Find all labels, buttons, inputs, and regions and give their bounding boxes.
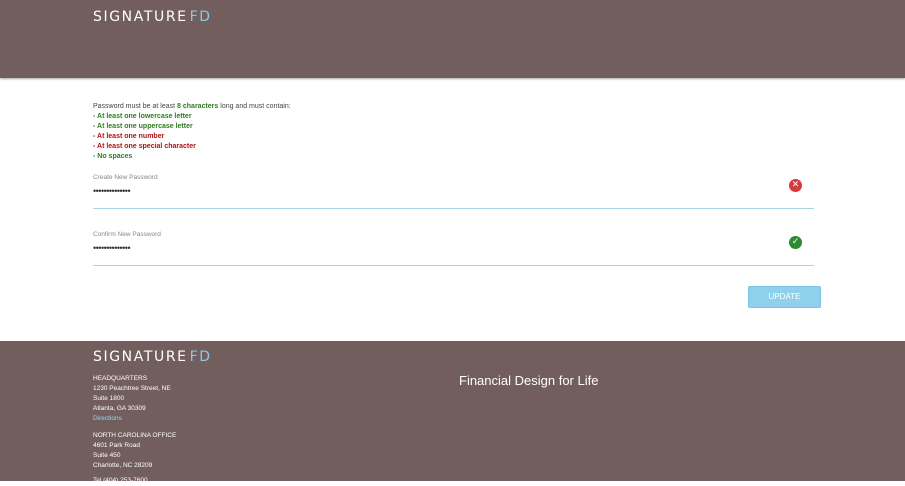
tagline: Financial Design for Life — [459, 373, 599, 388]
directions-link[interactable]: Directions — [93, 415, 122, 422]
hq-street: 1230 Peachtree Street, NE — [93, 385, 171, 392]
rule-uppercase: - At least one uppercase letter — [93, 123, 193, 130]
site-footer: SIGNATURE FD HEADQUARTERS 1230 Peachtree … — [0, 341, 905, 484]
confirm-password-label: Confirm New Password — [93, 231, 161, 238]
rule-special-character: - At least one special character — [93, 143, 196, 150]
error-x-icon: ✕ — [789, 179, 802, 192]
nc-suite: Suite 450 — [93, 452, 121, 459]
update-button[interactable]: UPDATE — [748, 286, 821, 308]
hq-suite: Suite 1800 — [93, 395, 125, 402]
footer-brand-logo[interactable]: SIGNATURE FD — [93, 349, 212, 365]
nc-street: 4601 Park Road — [93, 442, 140, 449]
hq-city: Atlanta, GA 30309 — [93, 405, 146, 412]
nc-title: NORTH CAROLINA OFFICE — [93, 432, 177, 439]
nc-address: NORTH CAROLINA OFFICE 4601 Park Road Sui… — [93, 431, 176, 471]
check-icon: ✓ — [789, 236, 802, 249]
confirm-password-field[interactable]: Confirm New Password •••••••••••••• ✓ — [93, 231, 814, 266]
new-password-field[interactable]: Create New Password •••••••••••••• ✕ — [93, 174, 814, 209]
new-password-label: Create New Password — [93, 174, 158, 181]
brand-logo[interactable]: SIGNATURE FD — [93, 9, 212, 25]
new-password-input[interactable]: •••••••••••••• — [93, 186, 131, 196]
hq-title: HEADQUARTERS — [93, 375, 148, 382]
password-requirements: Password must be at least 8 characters l… — [93, 102, 291, 162]
hq-address: HEADQUARTERS 1230 Peachtree Street, NE S… — [93, 374, 171, 424]
requirements-intro: Password must be at least 8 characters l… — [93, 103, 291, 110]
rule-no-spaces: - No spaces — [93, 153, 133, 160]
rule-lowercase: - At least one lowercase letter — [93, 113, 192, 120]
nc-city: Charlotte, NC 28209 — [93, 462, 153, 469]
password-form-section: Password must be at least 8 characters l… — [0, 79, 905, 340]
site-header: SIGNATURE FD — [0, 0, 905, 78]
confirm-password-input[interactable]: •••••••••••••• — [93, 243, 131, 253]
phone-number: Tel (404) 253-7600 — [93, 477, 148, 484]
rule-number: - At least one number — [93, 133, 165, 140]
